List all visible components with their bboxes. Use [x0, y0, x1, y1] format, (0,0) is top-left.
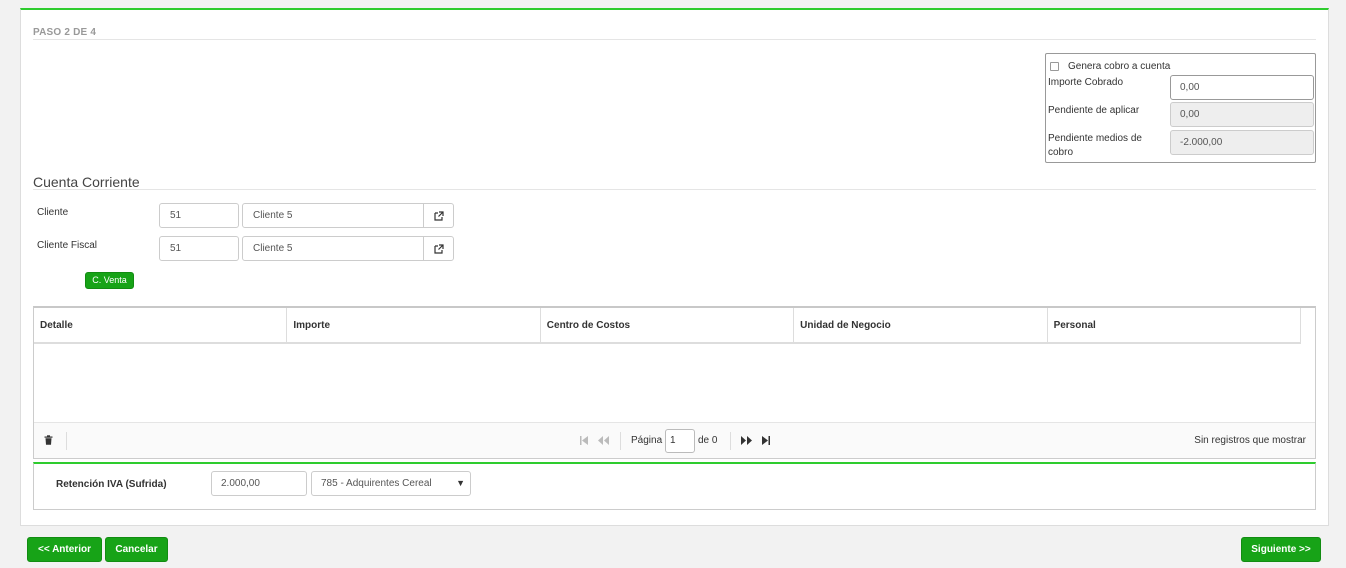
- cliente-open-button[interactable]: [423, 203, 454, 228]
- col-centro-costos[interactable]: Centro de Costos: [541, 308, 795, 342]
- external-link-icon: [433, 210, 444, 221]
- genera-cobro-label: Genera cobro a cuenta: [1068, 61, 1171, 72]
- pager-separator: [730, 432, 731, 450]
- importe-cobrado-input[interactable]: 0,00: [1170, 75, 1314, 100]
- pager-separator: [66, 432, 67, 450]
- cuenta-corriente-title: Cuenta Corriente: [33, 174, 140, 190]
- empty-records-text: Sin registros que mostrar: [1194, 435, 1306, 446]
- pager-separator: [620, 432, 621, 450]
- importe-cobrado-label: Importe Cobrado: [1048, 77, 1124, 88]
- genera-cobro-checkbox[interactable]: [1050, 62, 1059, 71]
- retencion-type-select[interactable]: 785 - Adquirentes Cereal ▼: [311, 471, 471, 496]
- retencion-panel: Retención IVA (Sufrida) 2.000,00 785 - A…: [33, 462, 1316, 510]
- grid-header: Detalle Importe Centro de Costos Unidad …: [34, 308, 1301, 344]
- cliente-code-input[interactable]: 51: [159, 203, 239, 228]
- retencion-label: Retención IVA (Sufrida): [56, 479, 167, 490]
- grid-pager: Página 1 de 0 Sin registros que mostrar: [34, 422, 1315, 458]
- first-page-icon[interactable]: [580, 436, 588, 445]
- trash-icon[interactable]: [44, 435, 53, 445]
- cliente-fiscal-open-button[interactable]: [423, 236, 454, 261]
- cliente-fiscal-label: Cliente Fiscal: [37, 240, 98, 251]
- last-page-icon[interactable]: [762, 436, 770, 445]
- step-title: PASO 2 DE 4: [33, 27, 97, 38]
- cliente-name-input[interactable]: Cliente 5: [242, 203, 424, 228]
- retencion-amount-input[interactable]: 2.000,00: [211, 471, 307, 496]
- next-page-icon[interactable]: [741, 436, 752, 445]
- detail-grid: Detalle Importe Centro de Costos Unidad …: [33, 306, 1316, 459]
- step-divider: [33, 39, 1316, 40]
- retencion-type-value: 785 - Adquirentes Cereal: [321, 478, 432, 489]
- col-detalle[interactable]: Detalle: [34, 308, 288, 342]
- col-importe[interactable]: Importe: [287, 308, 541, 342]
- cobro-panel: Genera cobro a cuenta Importe Cobrado 0,…: [1045, 53, 1316, 163]
- caret-down-icon: ▼: [456, 478, 465, 488]
- section-divider: [33, 189, 1316, 190]
- prev-page-icon[interactable]: [598, 436, 609, 445]
- external-link-icon: [433, 243, 444, 254]
- genera-cobro-toggle[interactable]: Genera cobro a cuenta: [1050, 61, 1170, 72]
- col-personal[interactable]: Personal: [1048, 308, 1301, 342]
- next-button[interactable]: Siguiente >>: [1241, 537, 1321, 562]
- pendiente-medios-label: Pendiente medios de cobro: [1048, 133, 1142, 158]
- page-label: Página: [631, 435, 663, 446]
- prev-button[interactable]: << Anterior: [27, 537, 102, 562]
- page-count-label: de 0: [698, 435, 718, 446]
- cliente-fiscal-name-input[interactable]: Cliente 5: [242, 236, 424, 261]
- pendiente-aplicar-field: 0,00: [1170, 102, 1314, 127]
- step-panel: PASO 2 DE 4 Genera cobro a cuenta Import…: [20, 8, 1329, 526]
- cancel-button[interactable]: Cancelar: [105, 537, 168, 562]
- pendiente-aplicar-label: Pendiente de aplicar: [1048, 105, 1140, 116]
- col-unidad-negocio[interactable]: Unidad de Negocio: [794, 308, 1048, 342]
- cliente-fiscal-code-input[interactable]: 51: [159, 236, 239, 261]
- cventa-button[interactable]: C. Venta: [85, 272, 134, 289]
- page-number-input[interactable]: 1: [665, 429, 695, 453]
- cliente-label: Cliente: [37, 207, 69, 218]
- pendiente-medios-field: -2.000,00: [1170, 130, 1314, 155]
